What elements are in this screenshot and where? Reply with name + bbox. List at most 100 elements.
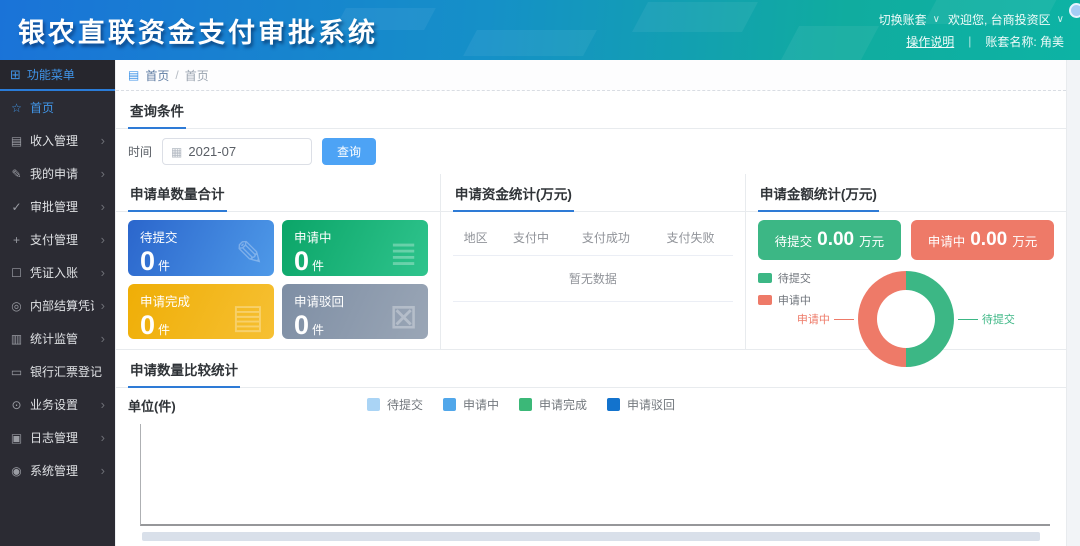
welcome-user-dropdown[interactable]: 欢迎您, 台商投资区 ∨ [948,11,1064,28]
chevron-right-icon: › [101,397,105,412]
order-summary-title: 申请单数量合计 [128,174,227,212]
date-picker[interactable]: ▦ [162,138,312,165]
legend-swatch [443,398,456,411]
sidebar-item-statistics[interactable]: ▥ 统计监管 › [0,322,115,355]
sidebar-item-income[interactable]: ▤ 收入管理 › [0,124,115,157]
compare-section: 申请数量比较统计 单位(件) 待提交 申请中 [116,350,1066,546]
empty-data-text: 暂无数据 [453,256,733,302]
list-check-icon: ≣ [389,234,418,274]
sidebar-item-home[interactable]: ☆ 首页 [0,91,115,124]
income-icon: ▤ [10,134,23,148]
voucher-entry-icon: ☐ [10,266,23,280]
legend-item-completed[interactable]: 申请完成 [519,396,587,413]
chevron-right-icon: › [101,298,105,313]
document-reject-icon: ⊠ [389,297,418,337]
menu-grid-icon: ⊞ [10,67,21,83]
column-header: 支付成功 [564,220,649,256]
donut-label-pending: 待提交 [958,311,1015,327]
amount-stats-panel: 申请金额统计(万元) 待提交 0.00 万元 申请中 [746,174,1066,349]
system-icon: ◉ [10,464,23,478]
query-section: 查询条件 时间 ▦ 查询 [116,91,1066,174]
statistics-icon: ▥ [10,332,23,346]
sidebar-item-system[interactable]: ◉ 系统管理 › [0,454,115,487]
bank-draft-icon: ▭ [10,365,23,379]
operation-guide-link[interactable]: 操作说明 [906,33,954,50]
sidebar-item-my-application[interactable]: ✎ 我的申请 › [0,157,115,190]
chevron-right-icon: › [101,232,105,247]
chevron-down-icon: ∨ [933,14,940,25]
header-user-area: 切换账套 ∨ 欢迎您, 台商投资区 ∨ 操作说明 | 账套名称: 角美 [879,8,1064,52]
search-button[interactable]: 查询 [322,138,376,165]
column-header: 地区 [453,220,499,256]
badge-inprogress-amount: 申请中 0.00 万元 [911,220,1054,260]
switch-account-dropdown[interactable]: 切换账套 ∨ [879,11,940,28]
breadcrumb: ▤ 首页 / 首页 [116,60,1066,91]
callout-line [834,319,854,320]
legend-item-inprogress[interactable]: 申请中 [758,292,811,308]
callout-line [958,319,978,320]
chevron-right-icon: › [101,199,105,214]
breadcrumb-current: 首页 [185,67,209,84]
stat-card-completed[interactable]: 申请完成 0件 ▤ [128,284,274,340]
legend-swatch [519,398,532,411]
header-decor [632,2,758,32]
sidebar-item-payment[interactable]: + 支付管理 › [0,223,115,256]
sidebar-item-bank-draft[interactable]: ▭ 银行汇票登记 [0,355,115,388]
sidebar-item-voucher-entry[interactable]: ☐ 凭证入账 › [0,256,115,289]
legend-swatch [758,273,772,283]
stat-card-in-progress[interactable]: 申请中 0件 ≣ [282,220,428,276]
chevron-right-icon: › [101,331,105,346]
home-icon: ☆ [10,101,23,115]
column-header: 支付失败 [648,220,733,256]
header-decor [781,26,879,60]
order-summary-panel: 申请单数量合计 待提交 0件 ✎ 申请中 [116,174,441,349]
donut-label-inprogress: 申请中 [797,311,854,327]
legend-swatch [607,398,620,411]
amount-donut-chart: 待提交 申请中 申请中 [758,268,1054,370]
document-icon: ▤ [128,68,139,82]
chart-horizontal-scrollbar[interactable] [142,532,1040,541]
breadcrumb-home[interactable]: 首页 [145,67,169,84]
my-application-icon: ✎ [10,167,23,181]
content-area: ▤ 首页 / 首页 查询条件 时间 ▦ [115,60,1080,546]
stat-card-pending-submit[interactable]: 待提交 0件 ✎ [128,220,274,276]
query-section-title: 查询条件 [128,91,186,129]
chevron-right-icon: › [101,430,105,445]
fund-stats-panel: 申请资金统计(万元) 地区 支付中 支付成功 支付失败 [441,174,746,349]
compare-title: 申请数量比较统计 [128,350,240,388]
edit-document-icon: ✎ [235,234,264,274]
legend-item-in-progress[interactable]: 申请中 [443,396,499,413]
log-icon: ▣ [10,431,23,445]
amount-stats-title: 申请金额统计(万元) [758,174,879,212]
document-icon: ▤ [232,297,264,337]
fund-stats-table: 地区 支付中 支付成功 支付失败 暂无数据 [453,220,733,302]
sidebar-item-log[interactable]: ▣ 日志管理 › [0,421,115,454]
header-decor [463,30,597,56]
time-label: 时间 [128,143,152,160]
fund-stats-title: 申请资金统计(万元) [453,174,574,212]
app-header: 银农直联资金支付审批系统 切换账套 ∨ 欢迎您, 台商投资区 ∨ 操作说明 | … [0,0,1080,60]
sidebar-item-approval[interactable]: ✓ 审批管理 › [0,190,115,223]
approval-icon: ✓ [10,200,23,214]
internal-settlement-icon: ◎ [10,299,23,313]
calendar-icon: ▦ [171,145,182,159]
sidebar-item-internal-settlement[interactable]: ◎ 内部结算凭证 › [0,289,115,322]
chevron-right-icon: › [101,265,105,280]
legend-swatch [367,398,380,411]
legend-item-pending-submit[interactable]: 待提交 [367,396,423,413]
donut-ring [858,271,954,367]
switch-account-label: 切换账套 [879,11,927,28]
legend-item-rejected[interactable]: 申请驳回 [607,396,675,413]
welcome-label: 欢迎您, 台商投资区 [948,11,1051,28]
compare-legend: 待提交 申请中 申请完成 [116,396,926,413]
chevron-right-icon: › [101,166,105,181]
sidebar-item-business-settings[interactable]: ⊙ 业务设置 › [0,388,115,421]
app-window: 银农直联资金支付审批系统 切换账套 ∨ 欢迎您, 台商投资区 ∨ 操作说明 | … [0,0,1080,546]
chevron-down-icon: ∨ [1057,14,1064,25]
legend-item-pending[interactable]: 待提交 [758,270,811,286]
sidebar: ⊞ 功能菜单 ☆ 首页 ▤ 收入管理 › ✎ 我的申请 › ✓ 审批管理 › [0,60,115,546]
stat-card-rejected[interactable]: 申请驳回 0件 ⊠ [282,284,428,340]
date-input[interactable] [188,144,303,159]
notification-dot[interactable] [1069,3,1080,18]
app-title: 银农直联资金支付审批系统 [0,11,378,50]
